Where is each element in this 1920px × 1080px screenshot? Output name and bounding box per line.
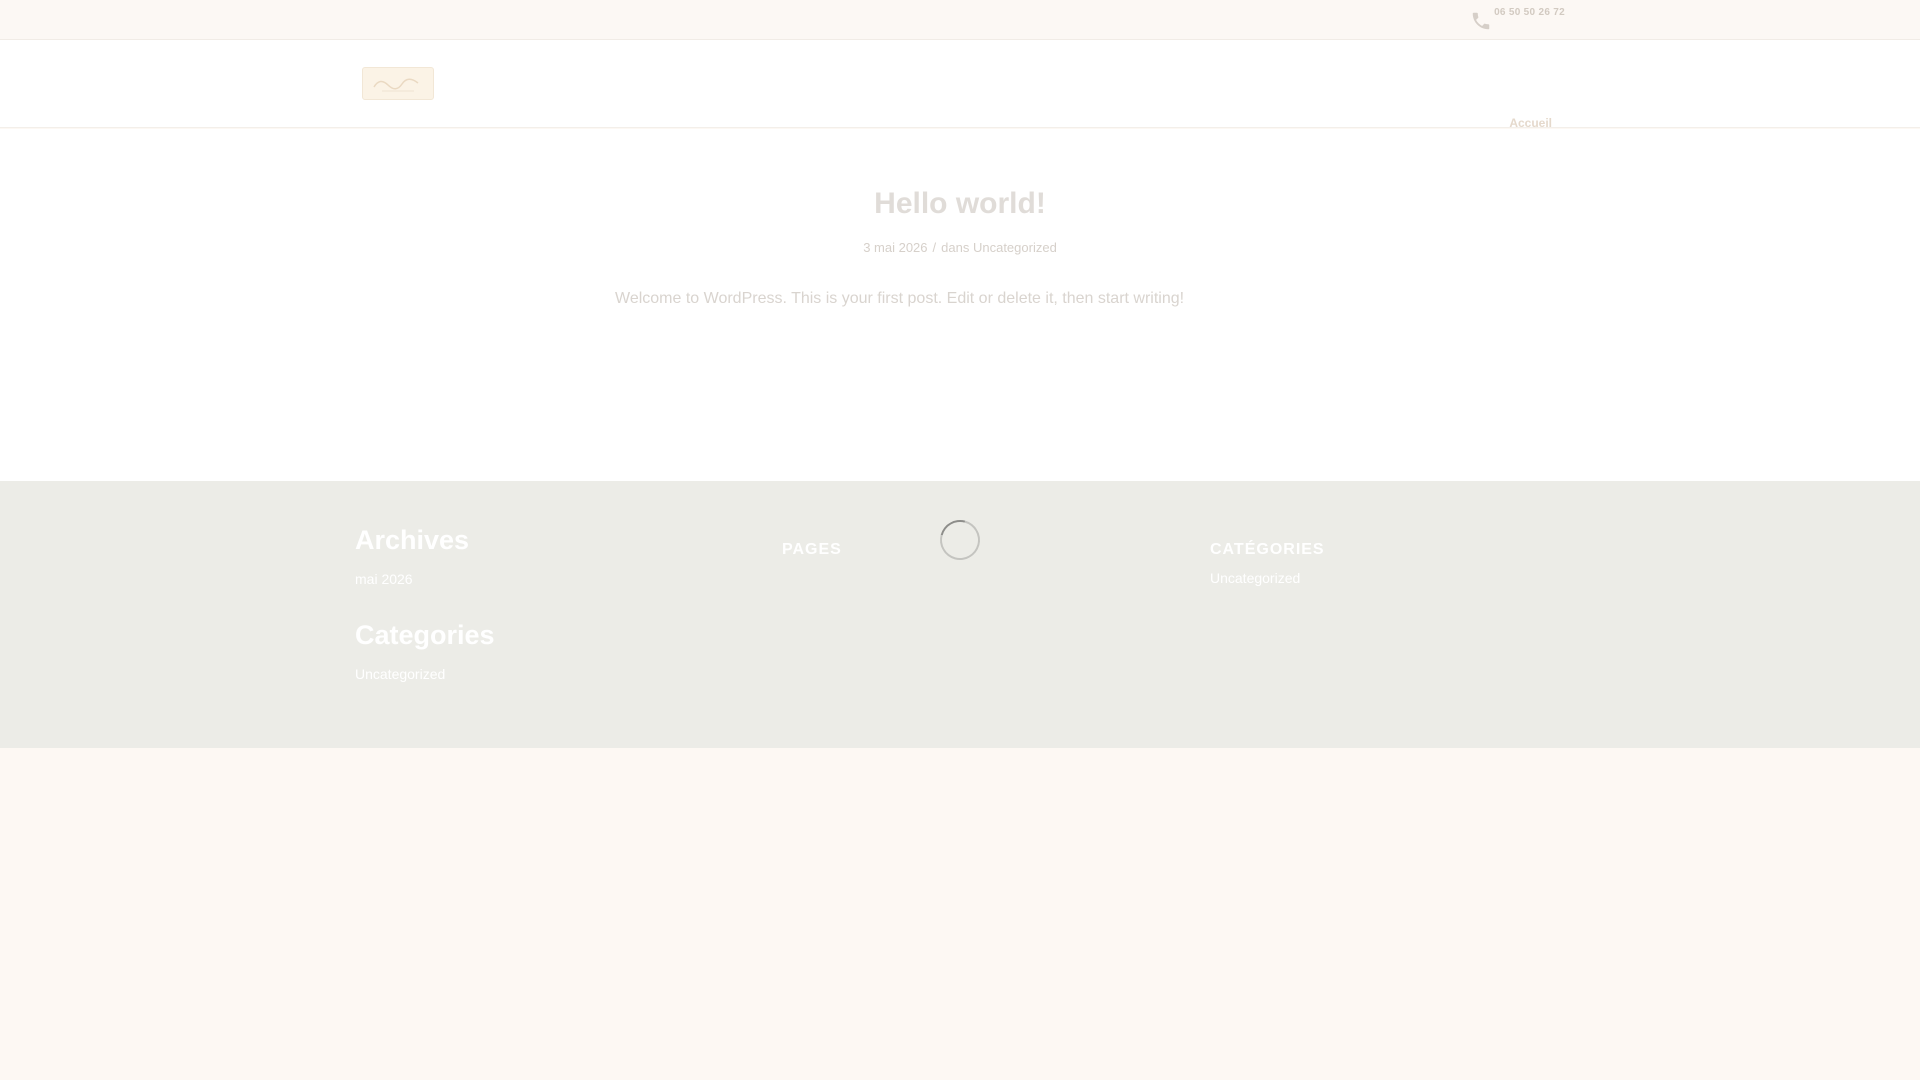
category-link[interactable]: Uncategorized [355,666,445,682]
archives-widget-title: Archives [355,525,470,555]
post-category-link[interactable]: Uncategorized [973,240,1057,255]
site-logo[interactable] [362,67,434,100]
top-bar: 06 50 50 26 72 [0,0,1920,40]
post-date[interactable]: 3 mai 2026 [863,240,927,255]
category-right-link[interactable]: Uncategorized [1210,570,1300,586]
main-content: Hello world! 3 mai 2026 / dans Uncategoriz… [0,129,1920,481]
phone-number: 06 50 50 26 72 [1494,7,1565,18]
category-prefix: dans [941,240,970,255]
nav-item-accueil[interactable]: Accueil [1509,116,1552,130]
categories-right-widget-title: CATÉGORIES [1210,541,1325,558]
phone-contact[interactable]: 06 50 50 26 72 [1470,7,1565,32]
categories-widget-title: Categories [355,620,495,650]
post-body: Welcome to WordPress. This is your first… [615,290,1185,307]
copyright-bar [0,748,1920,1080]
logo-mark-icon [373,78,419,91]
archive-link[interactable]: mai 2026 [355,571,413,587]
post-title[interactable]: Hello world! [0,187,1920,221]
meta-separator: / [932,240,937,255]
spinner-icon [932,512,988,568]
pages-widget-title: PAGES [782,541,842,558]
footer-widgets: Archives mai 2026 Categories Uncategoriz… [0,481,1920,748]
post-meta: 3 mai 2026 / dans Uncategorized [0,240,1920,255]
phone-icon [1472,12,1490,30]
site-header: Accueil [0,40,1920,130]
